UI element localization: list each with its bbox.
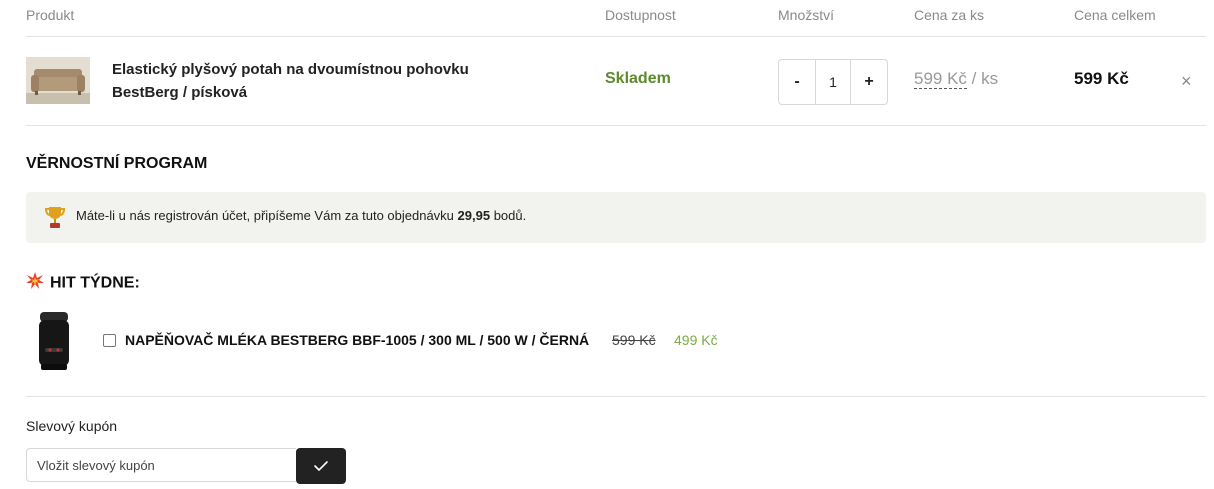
hit-product-name[interactable]: NAPĚŇOVAČ MLÉKA BESTBERG BBF-1005 / 300 … — [125, 332, 589, 348]
hit-old-price: 599 Kč — [612, 332, 656, 348]
loyalty-title: VĚRNOSTNÍ PROGRAM — [26, 155, 208, 172]
loyalty-info-box: Máte-li u nás registrován účet, připíšem… — [26, 192, 1206, 243]
coupon-submit-button[interactable] — [296, 448, 346, 484]
divider — [26, 396, 1206, 397]
header-product: Produkt — [26, 7, 75, 23]
loyalty-message: Máte-li u nás registrován účet, připíšem… — [76, 208, 526, 223]
header-quantity: Množství — [778, 7, 835, 23]
trophy-icon — [44, 205, 66, 229]
loyalty-points: 29,95 — [457, 208, 491, 223]
close-icon[interactable]: × — [1181, 71, 1192, 92]
quantity-increase-button[interactable]: + — [850, 60, 887, 104]
coupon-input[interactable] — [26, 448, 296, 482]
unit-price-value: 599 Kč — [914, 69, 967, 89]
quantity-input[interactable]: 1 — [816, 60, 850, 104]
hit-new-price: 499 Kč — [674, 332, 718, 348]
cart-page: Produkt Dostupnost Množství Cena za ks C… — [26, 0, 1206, 489]
availability-status: Skladem — [605, 70, 671, 87]
cart-table-header: Produkt Dostupnost Množství Cena za ks C… — [26, 0, 1206, 37]
quantity-stepper: - 1 + — [778, 59, 888, 105]
header-total-price: Cena celkem — [1074, 7, 1156, 23]
hit-product-image[interactable] — [36, 310, 72, 372]
burst-icon — [26, 272, 44, 295]
total-price: 599 Kč — [1074, 69, 1129, 88]
product-name-link[interactable]: Elastický plyšový potah na dvoumístnou p… — [112, 58, 532, 104]
hit-product-row: NAPĚŇOVAČ MLÉKA BESTBERG BBF-1005 / 300 … — [26, 300, 1206, 380]
hit-product-checkbox[interactable] — [103, 334, 116, 347]
header-unit-price: Cena za ks — [914, 7, 985, 23]
product-thumbnail[interactable] — [26, 57, 90, 104]
unit-price-suffix: / ks — [966, 69, 999, 88]
loyalty-text-before: Máte-li u nás registrován účet, připíšem… — [76, 208, 458, 223]
coupon-label: Slevový kupón — [26, 418, 118, 434]
unit-price: 599 Kč / ks — [914, 69, 998, 89]
checkmark-icon — [314, 461, 328, 471]
product-name-line-2: BestBerg / písková — [112, 84, 248, 101]
cart-item-row: Elastický plyšový potah na dvoumístnou p… — [26, 37, 1206, 126]
hit-title: HIT TÝDNE: — [26, 272, 140, 295]
quantity-decrease-button[interactable]: - — [779, 60, 816, 104]
loyalty-text-after: bodů. — [490, 208, 527, 223]
hit-title-text: HIT TÝDNE: — [50, 274, 140, 292]
product-name-line-1: Elastický plyšový potah na dvoumístnou p… — [112, 61, 469, 78]
header-availability: Dostupnost — [605, 7, 676, 23]
